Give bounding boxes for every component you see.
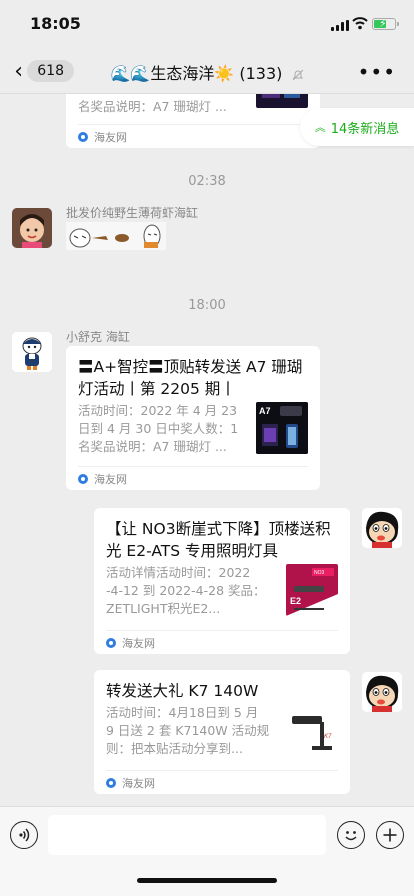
source-logo-icon xyxy=(106,777,116,788)
svg-text:E2: E2 xyxy=(290,596,301,606)
card-title: 【让 NO3断崖式下降】顶楼送积光 E2-ATS 专用照明灯具 xyxy=(106,520,331,560)
sun-emoji: ☀️ xyxy=(214,64,235,83)
chat-header: ‹ 618 🌊🌊生态海洋☀️ (133) ••• xyxy=(0,48,414,94)
source-name: 海友网 xyxy=(122,636,155,650)
card-source: 海友网 xyxy=(78,124,308,148)
card-thumbnail: A7 xyxy=(256,402,308,454)
wave-emoji: 🌊🌊 xyxy=(110,64,151,83)
link-card[interactable]: 【让 NO3断崖式下降】顶楼送积光 E2-ATS 专用照明灯具 活动详情活动时间… xyxy=(94,508,350,654)
status-bar: 18:05 ⚡ xyxy=(0,0,414,48)
card-description: 活动时间：4月18日到 5 月 9 日送 2 套 K7140W 活动规则：把本贴… xyxy=(106,705,270,756)
message-list[interactable]: 名奖品说明：A7 珊瑚灯 ... 海友网 02:38 批发价纯野生薄荷虾海缸 1… xyxy=(0,94,414,806)
message-input[interactable] xyxy=(48,815,326,855)
card-description: 活动详情活动时间：2022 -4-12 到 2022-4-28 奖品：ZETLI… xyxy=(106,565,266,616)
card-title: 〓A+智控〓顶贴转发送 A7 珊瑚灯活动丨第 2205 期丨 xyxy=(78,358,303,398)
my-avatar[interactable] xyxy=(362,672,402,712)
source-name: 海友网 xyxy=(122,776,155,790)
source-logo-icon xyxy=(78,473,88,484)
card-title: 转发送大礼 K7 140W xyxy=(106,682,259,700)
emoji-icon[interactable] xyxy=(337,821,365,849)
message-card-partial[interactable]: 名奖品说明：A7 珊瑚灯 ... 海友网 xyxy=(66,94,320,148)
home-indicator xyxy=(137,878,277,883)
svg-text:A7: A7 xyxy=(259,406,271,416)
card-description: 活动时间：2022 年 4 月 23 日到 4 月 30 日中奖人数：1 名奖品… xyxy=(78,403,239,454)
status-time: 18:05 xyxy=(30,14,81,33)
timestamp: 02:38 xyxy=(188,174,226,189)
card-thumbnail xyxy=(256,94,308,108)
card-description: 名奖品说明：A7 珊瑚灯 ... xyxy=(78,99,227,114)
avatar[interactable] xyxy=(12,332,52,372)
more-options-button[interactable]: ••• xyxy=(358,60,396,84)
link-card[interactable]: 转发送大礼 K7 140W 活动时间：4月18日到 5 月 9 日送 2 套 K… xyxy=(94,670,350,794)
member-count: (133) xyxy=(239,64,283,83)
card-thumbnail: NO3 E2 xyxy=(286,564,338,616)
wifi-icon xyxy=(352,17,368,30)
card-source: 海友网 xyxy=(106,770,338,794)
source-logo-icon xyxy=(106,637,116,648)
double-chevron-up-icon: ︽ xyxy=(314,121,326,134)
group-name: 生态海洋 xyxy=(150,64,215,83)
my-avatar[interactable] xyxy=(362,508,402,548)
card-thumbnail: K7 xyxy=(286,706,338,758)
new-messages-button[interactable]: ︽ 14条新消息 xyxy=(300,108,414,146)
source-name: 海友网 xyxy=(94,472,127,486)
card-source: 海友网 xyxy=(106,630,338,654)
svg-text:NO3: NO3 xyxy=(314,570,325,576)
chat-title: 🌊🌊生态海洋☀️ (133) xyxy=(0,60,414,84)
card-source: 海友网 xyxy=(78,466,308,490)
sender-name: 小舒克 海缸 xyxy=(66,330,130,344)
bell-off-icon xyxy=(292,69,303,80)
plus-icon[interactable] xyxy=(376,821,404,849)
link-card[interactable]: 〓A+智控〓顶贴转发送 A7 珊瑚灯活动丨第 2205 期丨 活动时间：2022… xyxy=(66,346,320,490)
sticker-image[interactable] xyxy=(66,222,166,250)
source-name: 海友网 xyxy=(94,130,127,144)
source-logo-icon xyxy=(78,131,88,142)
timestamp: 18:00 xyxy=(188,298,226,313)
signal-icon xyxy=(331,20,349,31)
svg-text:K7: K7 xyxy=(324,734,332,740)
sender-name: 批发价纯野生薄荷虾海缸 xyxy=(66,206,199,220)
avatar[interactable] xyxy=(12,208,52,248)
voice-icon[interactable] xyxy=(10,821,38,849)
new-messages-label: 14条新消息 xyxy=(330,121,400,137)
battery-icon: ⚡ xyxy=(372,17,399,30)
